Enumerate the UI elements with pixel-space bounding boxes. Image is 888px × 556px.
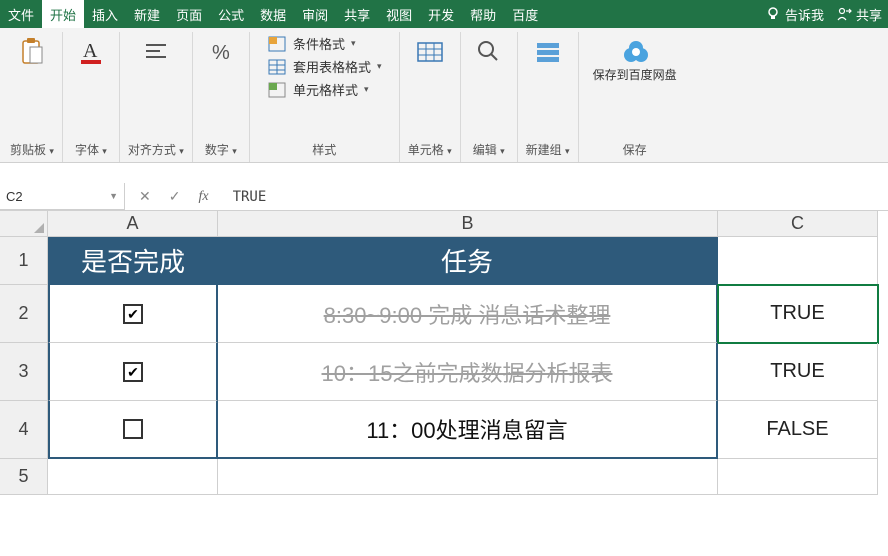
- row-header-1[interactable]: 1: [0, 237, 48, 285]
- tab-page[interactable]: 页面: [168, 0, 210, 28]
- group-styles: 条件格式 ▾ 套用表格格式 ▾ 单元格样式 ▾ 样式: [250, 32, 400, 162]
- fx-icon[interactable]: fx: [198, 189, 208, 205]
- formula-bar: C2▼ ✕ ✓ fx: [0, 183, 888, 211]
- checkbox-row2[interactable]: [123, 304, 143, 324]
- group-clipboard: 剪贴板 ▾: [2, 32, 63, 162]
- group-save: 保存到百度网盘 保存: [579, 32, 691, 162]
- cell-A3[interactable]: [48, 343, 218, 401]
- paste-button[interactable]: [12, 34, 52, 70]
- group-font: A 字体 ▾: [63, 32, 120, 162]
- group-editing: 编辑 ▾: [461, 32, 518, 162]
- chevron-down-icon[interactable]: ▾: [565, 146, 570, 156]
- checkbox-row3[interactable]: [123, 362, 143, 382]
- share-button[interactable]: 共享: [830, 0, 888, 28]
- percent-icon: %: [207, 38, 235, 66]
- newgroup-button[interactable]: [528, 34, 568, 70]
- row-header-2[interactable]: 2: [0, 285, 48, 343]
- tab-baidu[interactable]: 百度: [504, 0, 546, 28]
- magnifier-icon: [475, 38, 503, 66]
- col-header-A[interactable]: A: [48, 211, 218, 237]
- group-newgroup: 新建组 ▾: [518, 32, 579, 162]
- chevron-down-icon[interactable]: ▾: [179, 146, 184, 156]
- formula-input[interactable]: [223, 183, 888, 210]
- align-icon: [142, 38, 170, 66]
- cell-B3[interactable]: 10：15之前完成数据分析报表: [218, 343, 718, 401]
- cells-icon: [416, 38, 444, 66]
- rows-icon: [534, 38, 562, 66]
- chevron-down-icon[interactable]: ▾: [102, 146, 107, 156]
- cancel-formula-icon[interactable]: ✕: [139, 188, 151, 205]
- cell-B5[interactable]: [218, 459, 718, 495]
- font-color-button[interactable]: A: [71, 34, 111, 70]
- lightbulb-icon: [765, 6, 781, 22]
- cell-style-button[interactable]: 单元格样式 ▾: [267, 80, 382, 99]
- group-number: % 数字 ▾: [193, 32, 250, 162]
- clipboard-icon: [18, 38, 46, 66]
- tab-review[interactable]: 审阅: [294, 0, 336, 28]
- cell-C4[interactable]: FALSE: [718, 401, 878, 459]
- cell-C5[interactable]: [718, 459, 878, 495]
- baidu-cloud-icon: [621, 38, 649, 66]
- number-format-button[interactable]: %: [201, 34, 241, 70]
- table-format-icon: [267, 58, 287, 76]
- ribbon: 剪贴板 ▾ A 字体 ▾ 对齐方式 ▾ %: [0, 28, 888, 163]
- tab-share[interactable]: 共享: [336, 0, 378, 28]
- tab-data[interactable]: 数据: [252, 0, 294, 28]
- row-header-4[interactable]: 4: [0, 401, 48, 459]
- tab-insert[interactable]: 插入: [84, 0, 126, 28]
- cell-C2[interactable]: TRUE: [718, 285, 878, 343]
- accept-formula-icon[interactable]: ✓: [169, 188, 181, 205]
- cell-C1[interactable]: [718, 237, 878, 285]
- svg-text:A: A: [83, 40, 98, 62]
- cell-B2[interactable]: 8:30~9:00 完成 消息话术整理: [218, 285, 718, 343]
- person-share-icon: [836, 6, 852, 22]
- tab-new[interactable]: 新建: [126, 0, 168, 28]
- menu-tab-bar: 文件 开始 插入 新建 页面 公式 数据 审阅 共享 视图 开发 帮助 百度 告…: [0, 0, 888, 28]
- alignment-button[interactable]: [136, 34, 176, 70]
- tab-file[interactable]: 文件: [0, 0, 42, 28]
- cell-A4[interactable]: [48, 401, 218, 459]
- chevron-down-icon[interactable]: ▾: [447, 146, 452, 156]
- select-all-triangle[interactable]: [0, 211, 48, 237]
- tab-view[interactable]: 视图: [378, 0, 420, 28]
- spreadsheet-grid: A B C 1 是否完成 任务 2 8:30~9:00 完成 消息话术整理 TR…: [0, 211, 888, 495]
- conditional-format-icon: [267, 35, 287, 53]
- cell-B1[interactable]: 任务: [218, 237, 718, 285]
- tellme-button[interactable]: 告诉我: [759, 0, 830, 28]
- tab-help[interactable]: 帮助: [462, 0, 504, 28]
- tab-dev[interactable]: 开发: [420, 0, 462, 28]
- name-box[interactable]: C2▼: [0, 183, 125, 210]
- cell-A1[interactable]: 是否完成: [48, 237, 218, 285]
- conditional-format-button[interactable]: 条件格式 ▾: [267, 34, 382, 53]
- save-baidu-button[interactable]: 保存到百度网盘: [587, 34, 683, 86]
- svg-text:%: %: [212, 42, 230, 64]
- font-color-icon: A: [77, 38, 105, 66]
- row-header-5[interactable]: 5: [0, 459, 48, 495]
- col-header-B[interactable]: B: [218, 211, 718, 237]
- cell-B4[interactable]: 11：00处理消息留言: [218, 401, 718, 459]
- group-cells: 单元格 ▾: [400, 32, 461, 162]
- cell-A2[interactable]: [48, 285, 218, 343]
- chevron-down-icon[interactable]: ▾: [232, 146, 237, 156]
- cell-A5[interactable]: [48, 459, 218, 495]
- checkbox-row4[interactable]: [123, 419, 143, 439]
- chevron-down-icon[interactable]: ▾: [500, 146, 505, 156]
- cell-C3[interactable]: TRUE: [718, 343, 878, 401]
- chevron-down-icon[interactable]: ▼: [109, 191, 118, 201]
- cells-button[interactable]: [410, 34, 450, 70]
- col-header-C[interactable]: C: [718, 211, 878, 237]
- table-format-button[interactable]: 套用表格格式 ▾: [267, 57, 382, 76]
- find-button[interactable]: [469, 34, 509, 70]
- group-alignment: 对齐方式 ▾: [120, 32, 193, 162]
- tab-formula[interactable]: 公式: [210, 0, 252, 28]
- tab-home[interactable]: 开始: [42, 0, 84, 28]
- chevron-down-icon[interactable]: ▾: [49, 146, 54, 156]
- cell-style-icon: [267, 81, 287, 99]
- row-header-3[interactable]: 3: [0, 343, 48, 401]
